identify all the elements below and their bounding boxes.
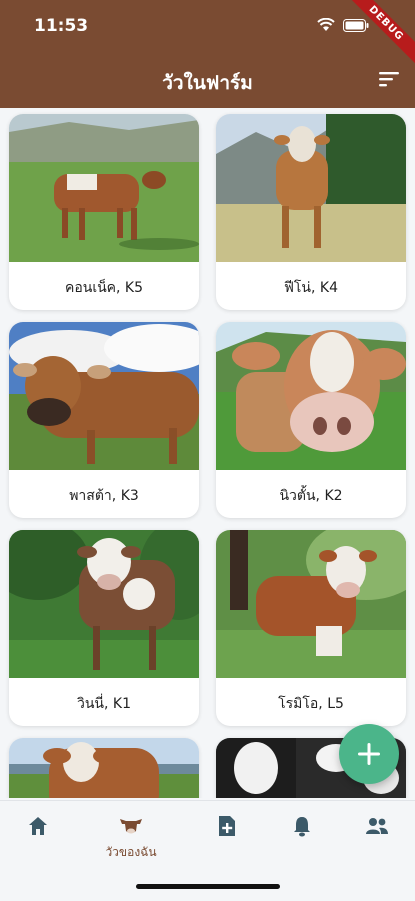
nav-label-my-cows: วัวของฉัน — [105, 845, 157, 859]
nav-item-home[interactable] — [8, 815, 68, 837]
app-header: 11:53 DEBUG วัวในฟาร์ม — [0, 0, 415, 108]
home-indicator — [136, 884, 280, 889]
cow-photo — [9, 530, 199, 678]
cow-grid: คอนเน็ค, K5 ฟีโน่, K4 พาสต้า, K3 นิวตั้น… — [0, 108, 415, 798]
nav-item-users[interactable] — [347, 815, 407, 837]
plus-icon — [358, 743, 380, 765]
cow-photo — [9, 738, 199, 798]
home-icon — [29, 817, 47, 835]
cow-label: โรมิโอ, L5 — [278, 696, 344, 712]
battery-icon — [343, 18, 369, 32]
wifi-icon — [317, 18, 335, 31]
cow-photo — [9, 322, 199, 470]
bell-icon — [294, 817, 310, 837]
nav-item-add-record[interactable] — [197, 815, 257, 837]
cow-photo — [216, 322, 406, 470]
cow-card[interactable]: ฟีโน่, K4 — [216, 114, 406, 310]
cow-card[interactable]: นิวตั้น, K2 — [216, 322, 406, 518]
people-icon — [366, 818, 388, 834]
cow-card[interactable]: วินนี่, K1 — [9, 530, 199, 726]
cow-photo — [9, 114, 199, 262]
nav-item-my-cows[interactable]: วัวของฉัน — [101, 815, 161, 862]
cow-label: วินนี่, K1 — [77, 696, 131, 712]
cow-photo — [216, 114, 406, 262]
cow-card[interactable] — [9, 738, 199, 798]
sort-icon[interactable] — [377, 69, 401, 89]
cow-label: นิวตั้น, K2 — [279, 488, 343, 504]
cow-icon — [120, 819, 142, 834]
cow-photo — [216, 530, 406, 678]
cow-label: ฟีโน่, K4 — [284, 280, 338, 296]
page-title: วัวในฟาร์ม — [162, 72, 253, 94]
cow-card[interactable]: โรมิโอ, L5 — [216, 530, 406, 726]
add-cow-button[interactable] — [339, 724, 399, 784]
cow-label: คอนเน็ค, K5 — [64, 280, 144, 296]
status-time: 11:53 — [34, 16, 89, 36]
cow-label: พาสต้า, K3 — [69, 488, 139, 504]
nav-item-notifications[interactable] — [272, 815, 332, 837]
status-icons — [317, 18, 369, 32]
cow-card[interactable]: พาสต้า, K3 — [9, 322, 199, 518]
cow-card[interactable]: คอนเน็ค, K5 — [9, 114, 199, 310]
debug-banner: DEBUG — [341, 0, 415, 68]
add-document-icon — [219, 816, 235, 836]
